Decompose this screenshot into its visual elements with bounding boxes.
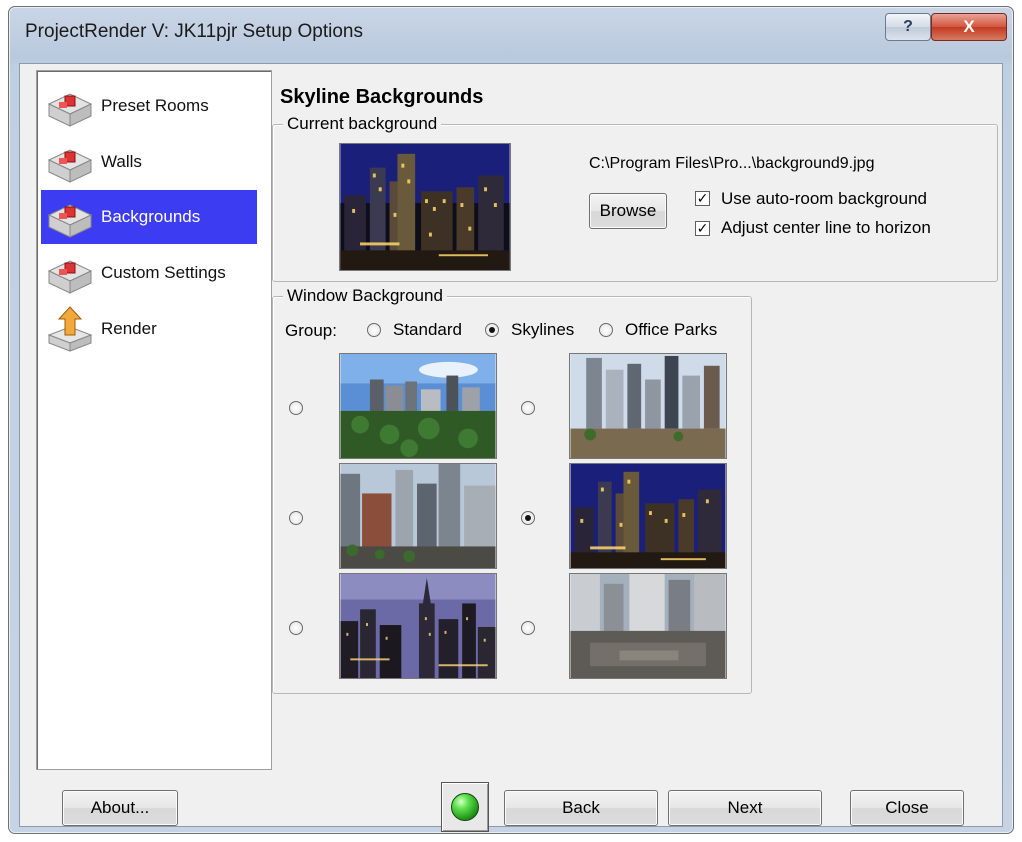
background-thumbnail-6[interactable] [569,573,727,679]
background-radio-3[interactable] [289,511,303,525]
background-thumbnail-4[interactable] [569,463,727,569]
window-close-button[interactable]: X [931,13,1007,41]
background-thumbnail-1[interactable] [339,353,497,459]
next-button[interactable]: Next [668,790,822,826]
sidebar-item-walls[interactable]: Walls [41,135,257,189]
auto-room-background-label: Use auto-room background [721,189,928,208]
browse-button[interactable]: Browse [589,193,667,229]
background-radio-2[interactable] [521,401,535,415]
help-button[interactable]: ? [885,13,931,41]
current-background-label: Current background [283,114,442,134]
window-background-group: Window Background Group: Standard Skylin… [272,286,752,694]
room-icon [47,260,93,294]
sidebar-item-render[interactable]: Render [41,302,257,356]
group-option-label: Skylines [511,320,575,339]
group-radio-standard[interactable] [367,323,381,337]
current-background-thumbnail [339,143,511,271]
window-title: ProjectRender V: JK11pjr Setup Options [25,21,363,42]
background-file-path: C:\Program Files\Pro...\background9.jpg [589,155,875,172]
background-radio-1[interactable] [289,401,303,415]
background-radio-4[interactable] [521,511,535,525]
options-sidebar: Preset Rooms Walls Backgrounds Custom Se… [36,70,272,770]
close-button[interactable]: Close [850,790,964,826]
background-thumbnail-2[interactable] [569,353,727,459]
status-indicator-button[interactable] [441,782,489,832]
sidebar-item-preset-rooms[interactable]: Preset Rooms [41,79,257,133]
sidebar-item-custom-settings[interactable]: Custom Settings [41,246,257,300]
sidebar-item-label: Render [101,319,157,338]
sidebar-item-label: Preset Rooms [101,96,209,115]
sidebar-item-label: Custom Settings [101,263,226,282]
title-bar[interactable]: ProjectRender V: JK11pjr Setup Options ?… [9,7,1013,63]
window-background-label: Window Background [283,286,447,306]
current-background-group: Current background C:\Program Files\Pro.… [272,114,998,282]
room-icon [47,204,93,238]
group-option-label: Standard [393,320,462,339]
about-button[interactable]: About... [62,790,178,826]
back-button[interactable]: Back [504,790,658,826]
dialog-client-area: Preset Rooms Walls Backgrounds Custom Se… [19,63,1003,832]
group-radio-office-parks[interactable] [599,323,613,337]
background-thumbnail-3[interactable] [339,463,497,569]
background-radio-6[interactable] [521,621,535,635]
center-line-horizon-checkbox[interactable]: ✓ [695,221,710,236]
render-arrow-icon [47,306,93,352]
sidebar-item-label: Walls [101,152,142,171]
center-line-horizon-label: Adjust center line to horizon [721,218,931,237]
green-status-light-icon [451,793,479,821]
group-radio-skylines[interactable] [485,323,499,337]
group-option-label: Office Parks [625,320,718,339]
room-icon [47,149,93,183]
sidebar-item-label: Backgrounds [101,207,201,226]
room-icon [47,93,93,127]
sidebar-item-backgrounds[interactable]: Backgrounds [41,190,257,244]
background-thumbnail-5[interactable] [339,573,497,679]
group-label: Group: [285,321,337,340]
page-title: Skyline Backgrounds [280,86,484,108]
background-radio-5[interactable] [289,621,303,635]
auto-room-background-checkbox[interactable]: ✓ [695,191,710,206]
setup-options-window: ProjectRender V: JK11pjr Setup Options ?… [8,6,1014,834]
